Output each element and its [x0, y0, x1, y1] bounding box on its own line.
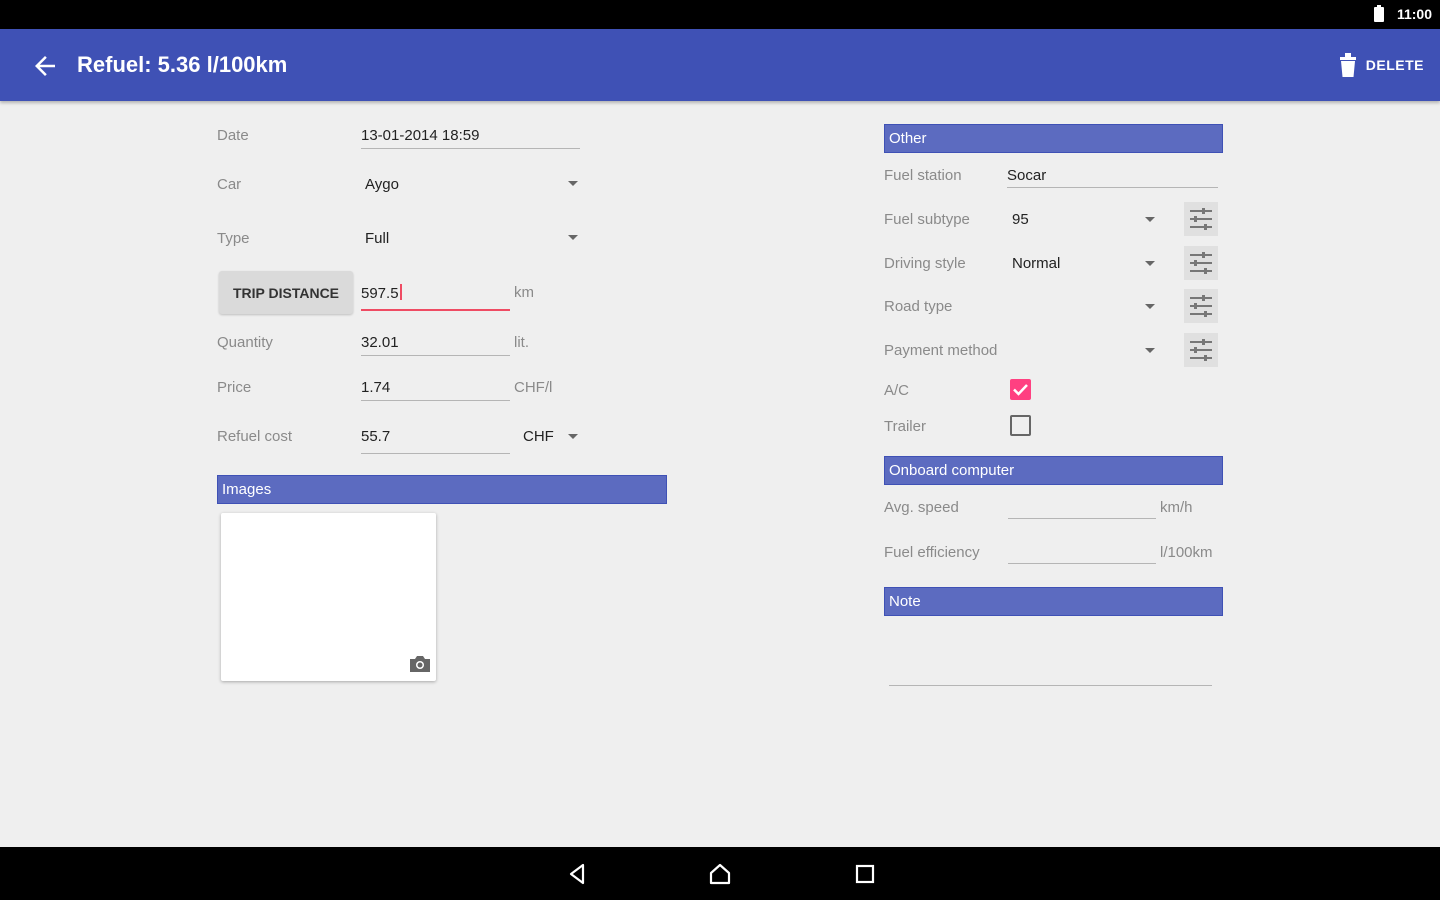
- camera-icon[interactable]: [408, 655, 432, 673]
- trip-distance-unit: km: [514, 284, 534, 301]
- car-dropdown[interactable]: Aygo: [365, 176, 399, 193]
- trailer-checkbox[interactable]: [1010, 415, 1031, 436]
- fuel-station-input[interactable]: Socar: [1007, 167, 1046, 184]
- trip-distance-underline: [361, 309, 510, 311]
- price-label: Price: [217, 379, 252, 396]
- fuel-subtype-settings-icon[interactable]: [1184, 202, 1218, 236]
- currency-dropdown-caret-icon[interactable]: [568, 434, 578, 439]
- trip-distance-value: 597.5: [361, 285, 399, 302]
- price-input[interactable]: 1.74: [361, 379, 390, 396]
- price-underline: [361, 400, 510, 401]
- payment-method-settings-icon[interactable]: [1184, 333, 1218, 367]
- system-nav-bar: [0, 847, 1440, 900]
- nav-home-icon[interactable]: [707, 861, 733, 887]
- ac-checkbox[interactable]: [1010, 379, 1031, 400]
- text-cursor: [399, 284, 402, 300]
- fuel-subtype-caret-icon[interactable]: [1145, 217, 1155, 222]
- app-toolbar: Refuel: 5.36 l/100km DELETE: [0, 29, 1440, 101]
- ac-label: A/C: [884, 382, 910, 399]
- avg-speed-unit: km/h: [1160, 499, 1193, 516]
- quantity-input[interactable]: 32.01: [361, 334, 399, 351]
- fuel-efficiency-underline: [1008, 563, 1156, 564]
- back-arrow-icon[interactable]: [30, 51, 60, 81]
- quantity-unit: lit.: [514, 334, 529, 351]
- car-dropdown-caret-icon[interactable]: [568, 181, 578, 186]
- fuel-efficiency-label: Fuel efficiency: [884, 544, 980, 561]
- delete-label: DELETE: [1365, 57, 1424, 73]
- quantity-label: Quantity: [217, 334, 273, 351]
- fuel-subtype-dropdown[interactable]: 95: [1012, 211, 1029, 228]
- fuel-efficiency-unit: l/100km: [1160, 544, 1213, 561]
- nav-back-icon[interactable]: [564, 861, 590, 887]
- fuel-subtype-label: Fuel subtype: [884, 211, 970, 228]
- page-title: Refuel: 5.36 l/100km: [77, 52, 288, 77]
- date-field[interactable]: 13-01-2014 18:59: [361, 127, 479, 144]
- payment-method-label: Payment method: [884, 342, 998, 359]
- trailer-label: Trailer: [884, 418, 926, 435]
- refuel-cost-input[interactable]: 55.7: [361, 428, 390, 445]
- payment-method-caret-icon[interactable]: [1145, 348, 1155, 353]
- road-type-label: Road type: [884, 298, 953, 315]
- type-dropdown[interactable]: Full: [365, 230, 389, 247]
- driving-style-label: Driving style: [884, 255, 966, 272]
- note-underline: [889, 685, 1212, 686]
- other-section-header: Other: [884, 124, 1223, 153]
- road-type-caret-icon[interactable]: [1145, 304, 1155, 309]
- car-label: Car: [217, 176, 242, 193]
- date-underline: [361, 148, 580, 149]
- note-section-header: Note: [884, 587, 1223, 616]
- quantity-underline: [361, 355, 510, 356]
- currency-dropdown[interactable]: CHF: [523, 428, 554, 445]
- trash-icon: [1339, 53, 1356, 77]
- onboard-computer-section-header: Onboard computer: [884, 456, 1223, 485]
- trip-distance-button[interactable]: TRIP DISTANCE: [219, 271, 353, 314]
- avg-speed-underline: [1008, 518, 1156, 519]
- price-unit: CHF/l: [514, 379, 553, 396]
- image-placeholder-card[interactable]: [221, 513, 436, 681]
- delete-button[interactable]: DELETE: [1338, 49, 1424, 81]
- date-label: Date: [217, 127, 249, 144]
- trip-distance-input[interactable]: 597.5: [361, 284, 402, 302]
- status-time: 11:00: [1396, 6, 1432, 22]
- type-label: Type: [217, 230, 250, 247]
- type-dropdown-caret-icon[interactable]: [568, 235, 578, 240]
- driving-style-caret-icon[interactable]: [1145, 261, 1155, 266]
- refuel-cost-underline: [361, 453, 510, 454]
- fuel-station-label: Fuel station: [884, 167, 962, 184]
- driving-style-dropdown[interactable]: Normal: [1012, 255, 1060, 272]
- refuel-cost-label: Refuel cost: [217, 428, 293, 445]
- fuel-station-underline: [1007, 187, 1218, 188]
- battery-icon: [1374, 5, 1384, 22]
- avg-speed-label: Avg. speed: [884, 499, 959, 516]
- nav-recents-icon[interactable]: [852, 861, 878, 887]
- note-input[interactable]: [889, 650, 1212, 680]
- road-type-settings-icon[interactable]: [1184, 289, 1218, 323]
- images-section-header: Images: [217, 475, 667, 504]
- driving-style-settings-icon[interactable]: [1184, 246, 1218, 280]
- status-bar: 11:00: [0, 0, 1440, 29]
